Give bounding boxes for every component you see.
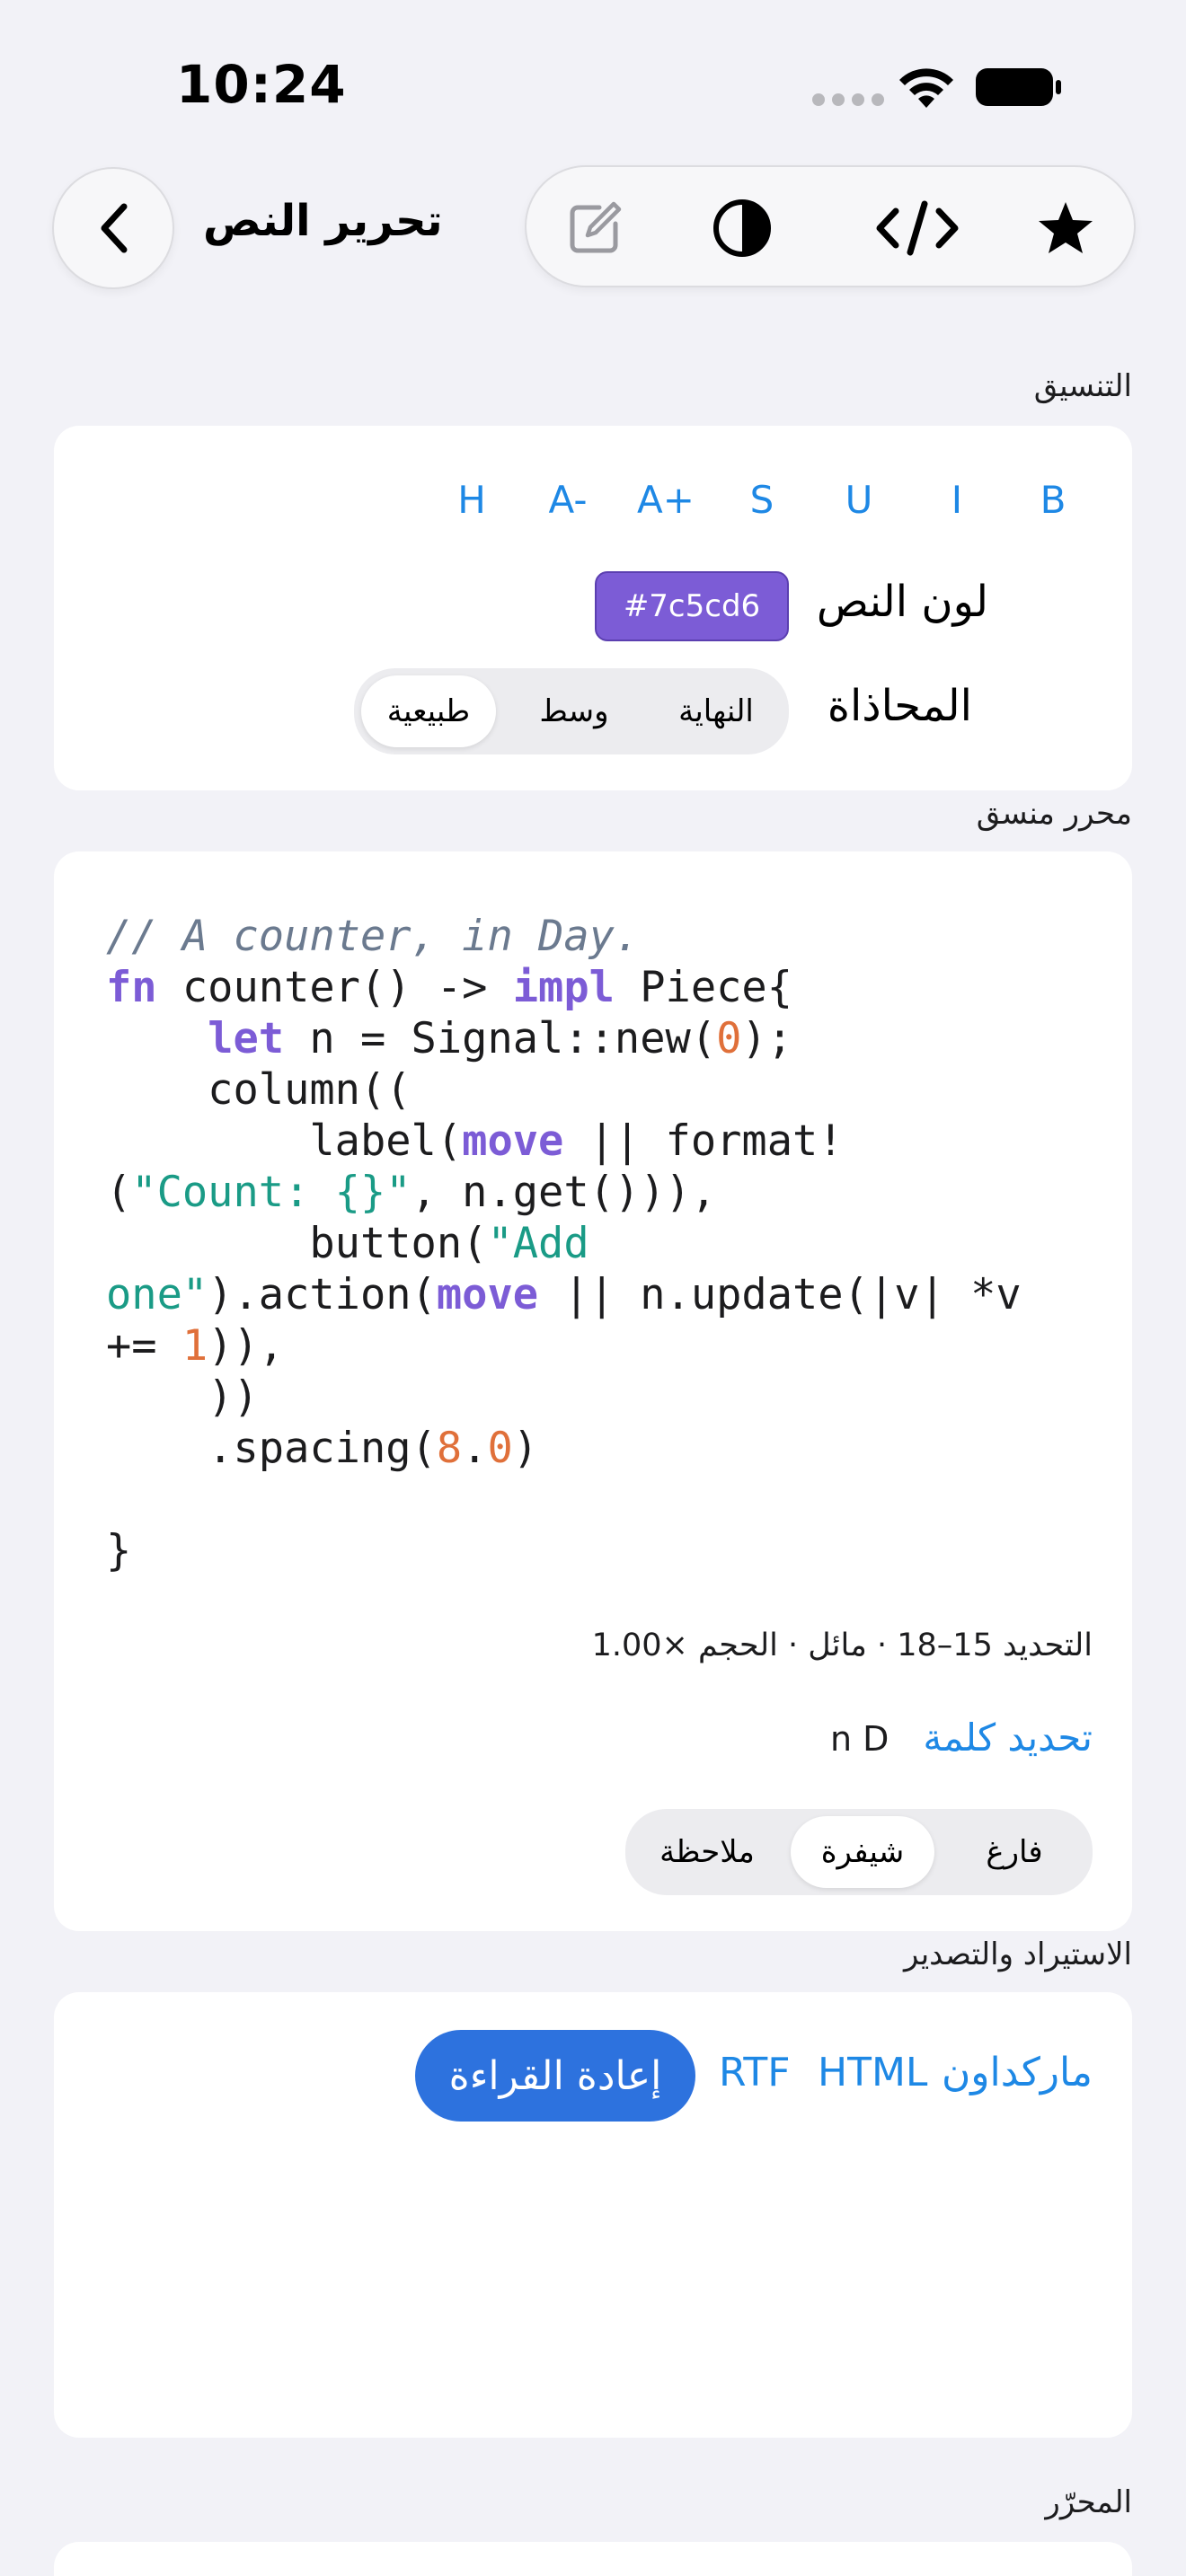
bold-button[interactable]: B — [1017, 478, 1089, 522]
code-line-3: let n = Signal::new(0); — [208, 1014, 793, 1063]
export-markdown-button[interactable]: ماركداون — [942, 2050, 1093, 2095]
nav-title: تحرير النص — [203, 196, 443, 246]
mode-option-code[interactable]: شيفرة — [791, 1816, 934, 1888]
code-line-9: += 1)), — [106, 1321, 285, 1371]
alignment-option-center[interactable]: وسط — [507, 675, 642, 747]
text-color-label: لون النص — [816, 577, 988, 627]
italic-button[interactable]: I — [921, 478, 993, 522]
back-button[interactable] — [52, 167, 174, 289]
status-time: 10:24 — [176, 54, 347, 115]
code-line-13: } — [106, 1526, 132, 1575]
compose-icon — [570, 201, 622, 253]
selection-info: التحديد 15–18 · مائل · الحجم ×1.00 — [591, 1628, 1093, 1663]
section-label-rich-editor: محرر منسق — [976, 796, 1132, 832]
contrast-icon — [713, 199, 771, 257]
heading-button[interactable]: H — [436, 478, 508, 522]
decrease-size-button[interactable]: A- — [532, 478, 604, 522]
section-label-editor: المحرّر — [1045, 2484, 1132, 2520]
code-line-4: column(( — [106, 1065, 412, 1115]
code-button[interactable] — [868, 192, 967, 264]
alignment-segmented-control: النهاية وسط طبيعية — [354, 668, 789, 754]
chevron-left-icon — [101, 203, 128, 253]
code-line-5: label(move || format! — [106, 1116, 844, 1166]
mode-option-empty[interactable]: فارغ — [943, 1816, 1085, 1888]
increase-size-button[interactable]: A+ — [630, 478, 702, 522]
select-word-button[interactable]: تحديد كلمة — [923, 1716, 1093, 1760]
toolbar — [525, 165, 1136, 287]
alignment-label: المحاذاة — [827, 681, 972, 731]
contrast-button[interactable] — [706, 192, 778, 264]
cellular-dots-icon — [812, 93, 884, 106]
code-line-8: one").action(move || n.update(|v| *v — [106, 1270, 1022, 1319]
code-line-1: // A counter, in Day. — [106, 912, 641, 961]
strikethrough-button[interactable]: S — [726, 478, 798, 522]
reload-button[interactable]: إعادة القراءة — [415, 2030, 695, 2122]
underline-button[interactable]: U — [823, 478, 895, 522]
code-line-7: button("Add — [106, 1219, 589, 1268]
code-line-6: ("Count: {}", n.get())), — [106, 1168, 717, 1217]
editor-mode-segmented-control: فارغ شيفرة ملاحظة — [625, 1809, 1093, 1895]
editor-card — [54, 2542, 1132, 2576]
section-label-import-export: الاستيراد والتصدير — [903, 1936, 1132, 1972]
code-line-2: fn counter() -> impl Piece{ — [106, 963, 793, 1012]
selected-text-preview: n D — [830, 1719, 890, 1759]
export-html-button[interactable]: HTML — [818, 2050, 927, 2095]
code-line-11: .spacing(8.0) — [106, 1424, 539, 1473]
code-line-10: )) — [106, 1372, 259, 1422]
compose-button[interactable] — [559, 192, 631, 264]
alignment-option-end[interactable]: النهاية — [651, 675, 782, 747]
export-rtf-button[interactable]: RTF — [719, 2050, 791, 2095]
mode-option-note[interactable]: ملاحظة — [633, 1816, 782, 1888]
star-icon — [1039, 202, 1093, 253]
text-color-picker[interactable]: #7c5cd6 — [595, 571, 789, 641]
section-label-formatting: التنسيق — [1033, 368, 1132, 404]
code-icon — [876, 200, 959, 256]
wifi-icon — [899, 68, 953, 108]
alignment-option-natural[interactable]: طبيعية — [361, 675, 496, 747]
favorite-button[interactable] — [1030, 192, 1102, 264]
battery-icon — [976, 68, 1061, 106]
code-editor[interactable]: // A counter, in Day. fn counter() -> im… — [106, 911, 1094, 1576]
